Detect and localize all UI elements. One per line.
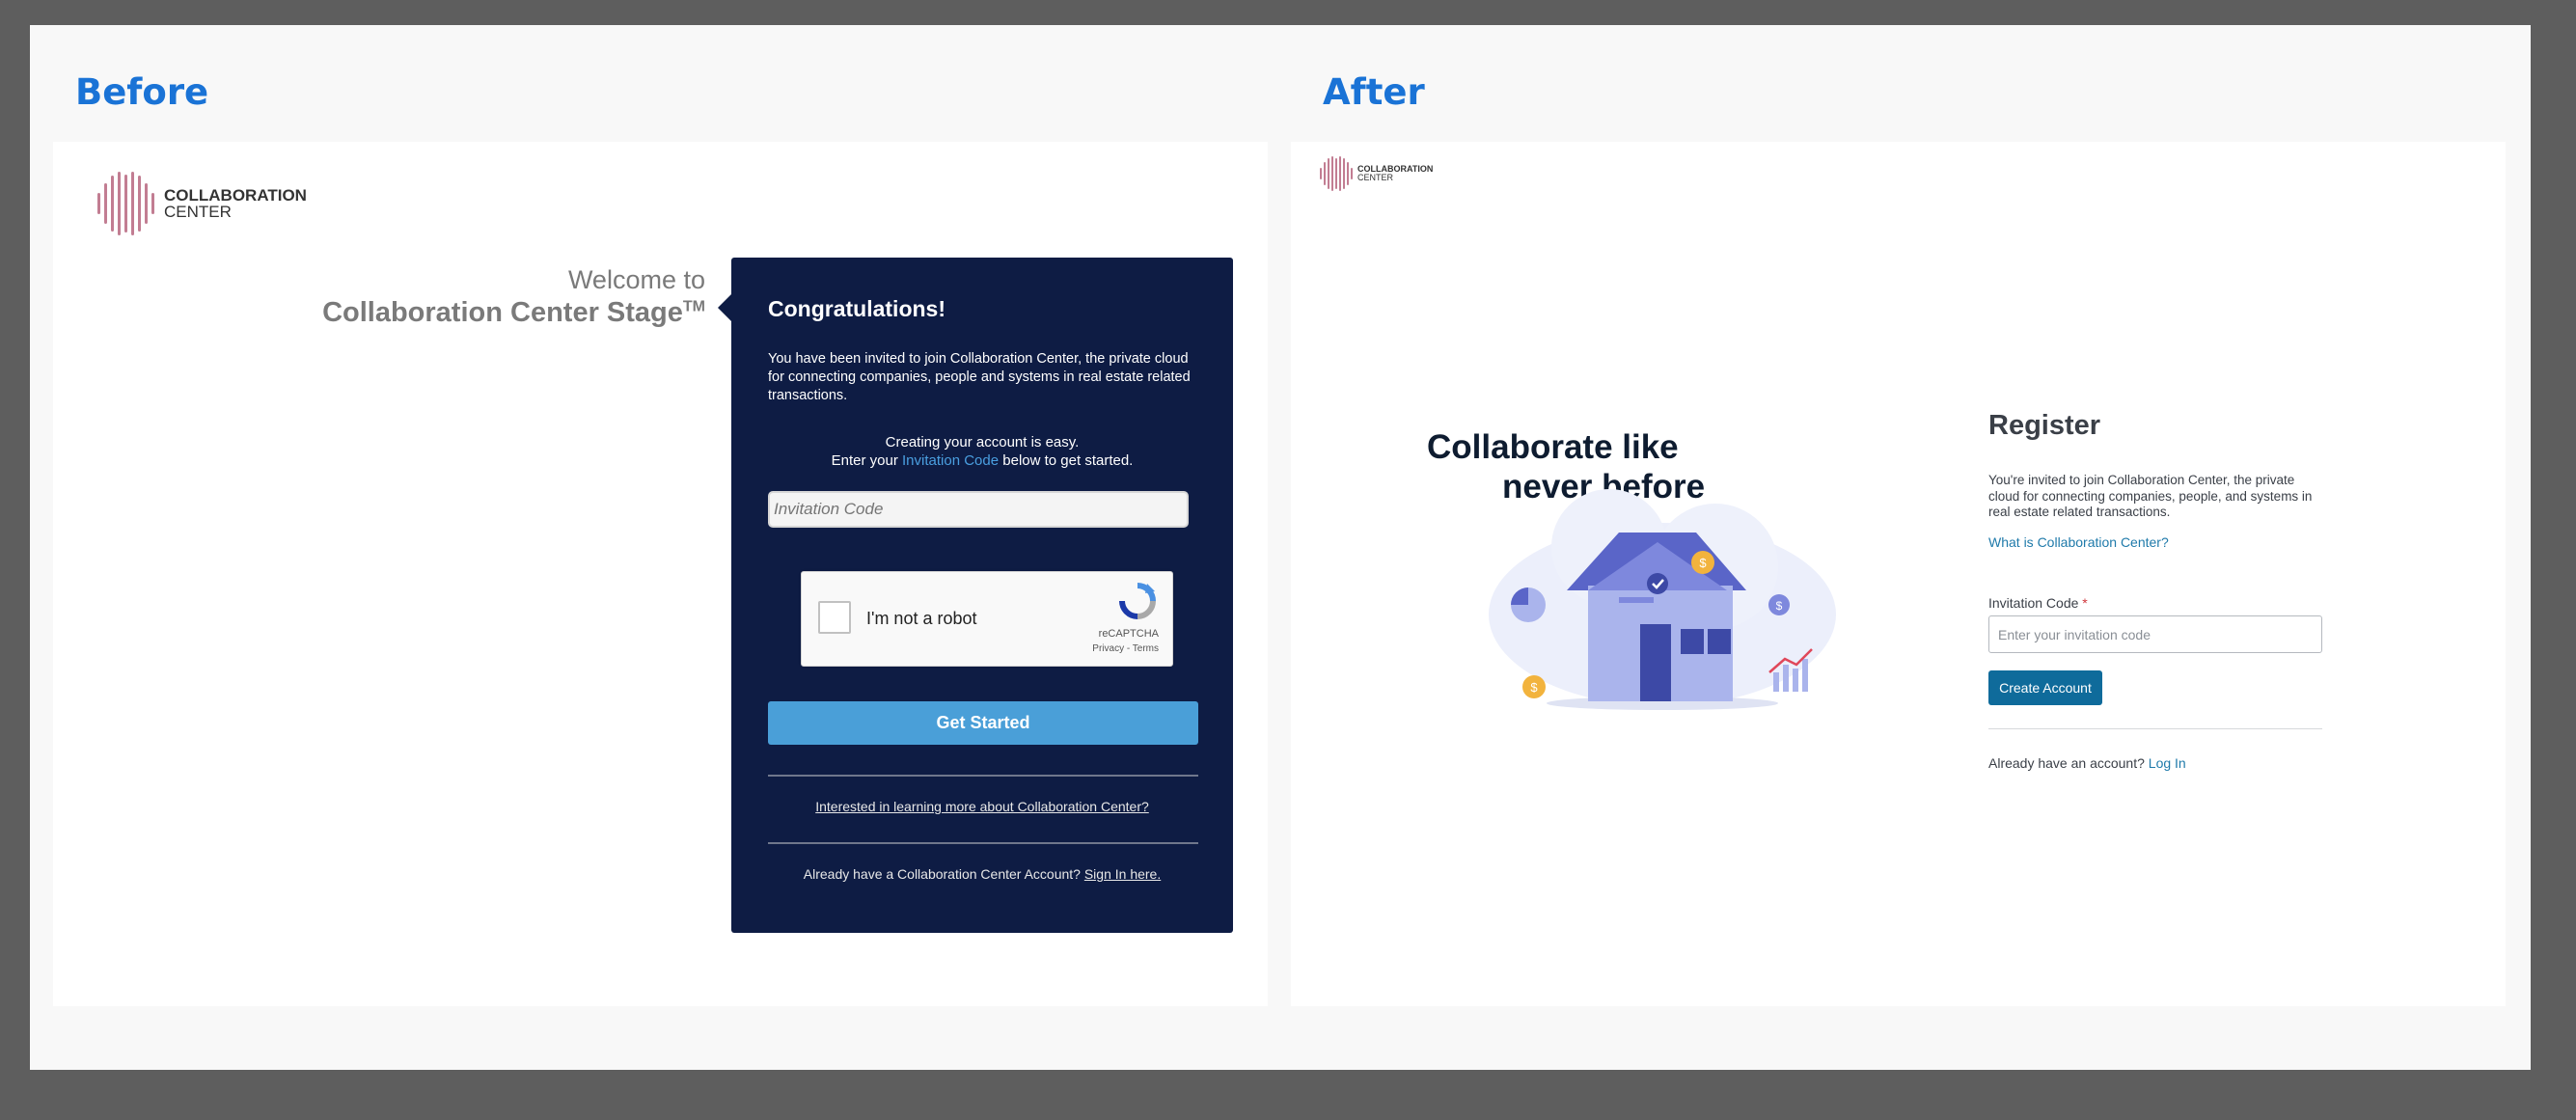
logo-line2: CENTER (164, 203, 232, 221)
required-marker: * (2082, 595, 2088, 611)
easy-instructions: Creating your account is easy. Enter you… (731, 433, 1233, 470)
get-started-button[interactable]: Get Started (768, 701, 1198, 745)
divider (768, 775, 1198, 777)
svg-text:$: $ (1699, 556, 1707, 570)
sign-in-link[interactable]: Sign In here. (1084, 866, 1161, 882)
welcome-line1: Welcome to (567, 265, 705, 294)
logo-line2: CENTER (1357, 173, 1394, 182)
svg-text:$: $ (1776, 599, 1783, 613)
login-link[interactable]: Log In (2149, 755, 2186, 771)
register-description: You're invited to join Collaboration Cen… (1988, 473, 2313, 519)
comparison-frame: Before After COLLABORATION CENTER Welcom… (30, 25, 2531, 1070)
logo-mark-icon (1320, 156, 1357, 191)
card-heading: Congratulations! (768, 296, 945, 321)
divider (1988, 728, 2322, 729)
logo-mark-icon (97, 172, 164, 235)
before-panel: COLLABORATION CENTER Welcome to Collabor… (53, 142, 1268, 1006)
tagline-line1: Collaborate like (1427, 428, 1679, 466)
field-label-text: Invitation Code (1988, 595, 2079, 611)
after-panel: COLLABORATION CENTER Collaborate like ne… (1291, 142, 2506, 1006)
register-title: Register (1988, 410, 2101, 441)
collaboration-center-logo: COLLABORATION CENTER (97, 172, 307, 235)
recaptcha-checkbox[interactable] (818, 601, 851, 634)
recaptcha-brand: reCAPTCHA (1098, 628, 1159, 640)
before-label: Before (75, 71, 209, 113)
invitation-code-input[interactable] (768, 491, 1189, 528)
invitation-code-label: Invitation Code * (1988, 595, 2088, 611)
after-label: After (1323, 71, 1425, 113)
learn-more-link[interactable]: Interested in learning more about Collab… (731, 799, 1233, 814)
enter-suffix: below to get started. (999, 452, 1134, 469)
house-illustration: $ $ $ (1489, 489, 1836, 710)
login-prompt: Already have an account? Log In (1988, 755, 2186, 771)
what-is-link[interactable]: What is Collaboration Center? (1988, 534, 2169, 550)
collaboration-center-logo: COLLABORATION CENTER (1320, 156, 1433, 191)
logo-line1: COLLABORATION (164, 186, 307, 205)
easy-line: Creating your account is easy. (885, 434, 1080, 451)
welcome-line2: Collaboration Center Stage (322, 297, 683, 328)
recaptcha-terms[interactable]: Privacy - Terms (1092, 643, 1159, 654)
recaptcha-icon (1119, 583, 1156, 619)
login-prefix: Already have an account? (1988, 755, 2149, 771)
card-intro: You have been invited to join Collaborat… (768, 351, 1191, 403)
svg-text:$: $ (1530, 680, 1538, 695)
invitation-card: Congratulations! You have been invited t… (718, 258, 1233, 933)
create-account-button[interactable]: Create Account (1988, 670, 2102, 705)
trademark: TM (682, 298, 705, 315)
invitation-code-link[interactable]: Invitation Code (902, 452, 999, 469)
invitation-code-input[interactable] (1988, 615, 2322, 653)
enter-prefix: Enter your (831, 452, 903, 469)
recaptcha-widget: I'm not a robot reCAPTCHA Privacy - Term… (801, 571, 1173, 667)
welcome-heading: Welcome to Collaboration Center StageTM (322, 265, 705, 329)
divider (768, 842, 1198, 844)
recaptcha-label: I'm not a robot (866, 609, 977, 628)
sign-in-prompt: Already have a Collaboration Center Acco… (731, 866, 1233, 882)
sign-in-prefix: Already have a Collaboration Center Acco… (803, 866, 1084, 882)
